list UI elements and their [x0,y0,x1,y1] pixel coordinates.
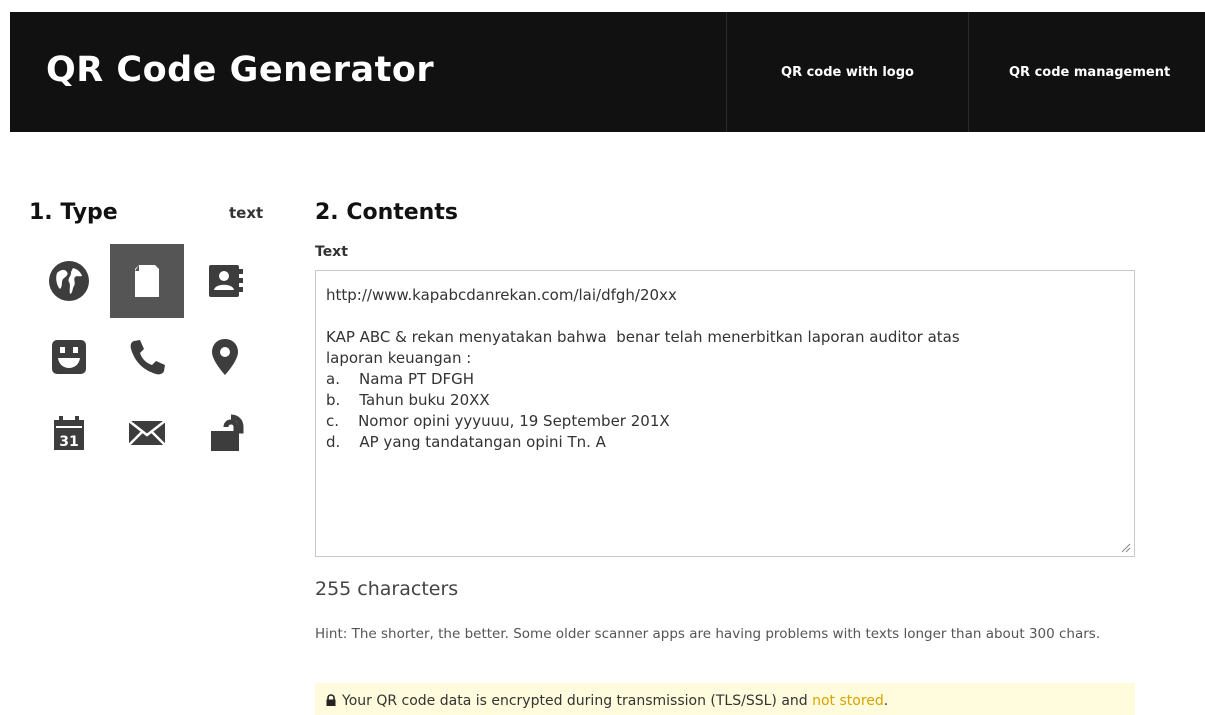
type-url-button[interactable] [32,244,106,318]
text-line: http://www.kapabcdanrekan.com/lai/dfgh/2… [326,286,677,304]
length-hint: Hint: The shorter, the better. Some olde… [315,626,1101,642]
type-event-button[interactable]: 31 [32,396,106,470]
text-line: d. AP yang tandatangan opini Tn. A [326,433,606,451]
character-count: 255 characters [315,578,459,600]
privacy-notice: Your QR code data is encrypted during tr… [315,683,1135,715]
contents-section-title: 2. Contents [315,200,458,225]
type-contact-button[interactable] [188,244,262,318]
type-location-button[interactable] [188,320,262,394]
nav-qr-with-logo[interactable]: QR code with logo [726,12,968,132]
text-line: KAP ABC & rekan menyatakan bahwa benar t… [326,328,960,346]
notice-not-stored: not stored [812,693,884,709]
selected-type-label: text [229,204,264,222]
unlock-icon [211,414,244,451]
text-line: a. Nama PT DFGH [326,370,475,388]
location-pin-icon [212,339,238,375]
envelope-icon [128,420,166,446]
type-section-title: 1. Type [29,200,118,225]
top-header: QR Code Generator QR code with logo QR c… [10,12,1205,132]
type-email-button[interactable] [110,396,184,470]
type-text-button[interactable] [110,244,184,318]
type-social-button[interactable] [32,320,106,394]
text-line [326,306,1124,327]
lock-icon [326,694,336,706]
phone-icon [130,340,165,375]
contact-card-icon [209,265,243,297]
nav-qr-management[interactable]: QR code management [968,12,1205,132]
calendar-day: 31 [59,434,78,450]
text-field-label: Text [315,244,348,260]
document-icon [135,265,159,297]
resize-grip-icon[interactable] [1121,543,1131,553]
notice-text: Your QR code data is encrypted during tr… [342,693,813,709]
smiley-icon [52,340,86,374]
type-wifi-button[interactable] [188,396,262,470]
calendar-icon: 31 [54,416,84,450]
text-line: laporan keuangan : [326,349,472,367]
text-line: c. Nomor opini yyyuuu, 19 September 201X [326,412,670,430]
type-phone-button[interactable] [110,320,184,394]
brand-title[interactable]: QR Code Generator [46,50,434,90]
text-line: b. Tahun buku 20XX [326,391,490,409]
globe-icon [49,261,89,301]
text-content-input[interactable]: http://www.kapabcdanrekan.com/lai/dfgh/2… [315,270,1135,557]
notice-end: . [883,693,889,709]
